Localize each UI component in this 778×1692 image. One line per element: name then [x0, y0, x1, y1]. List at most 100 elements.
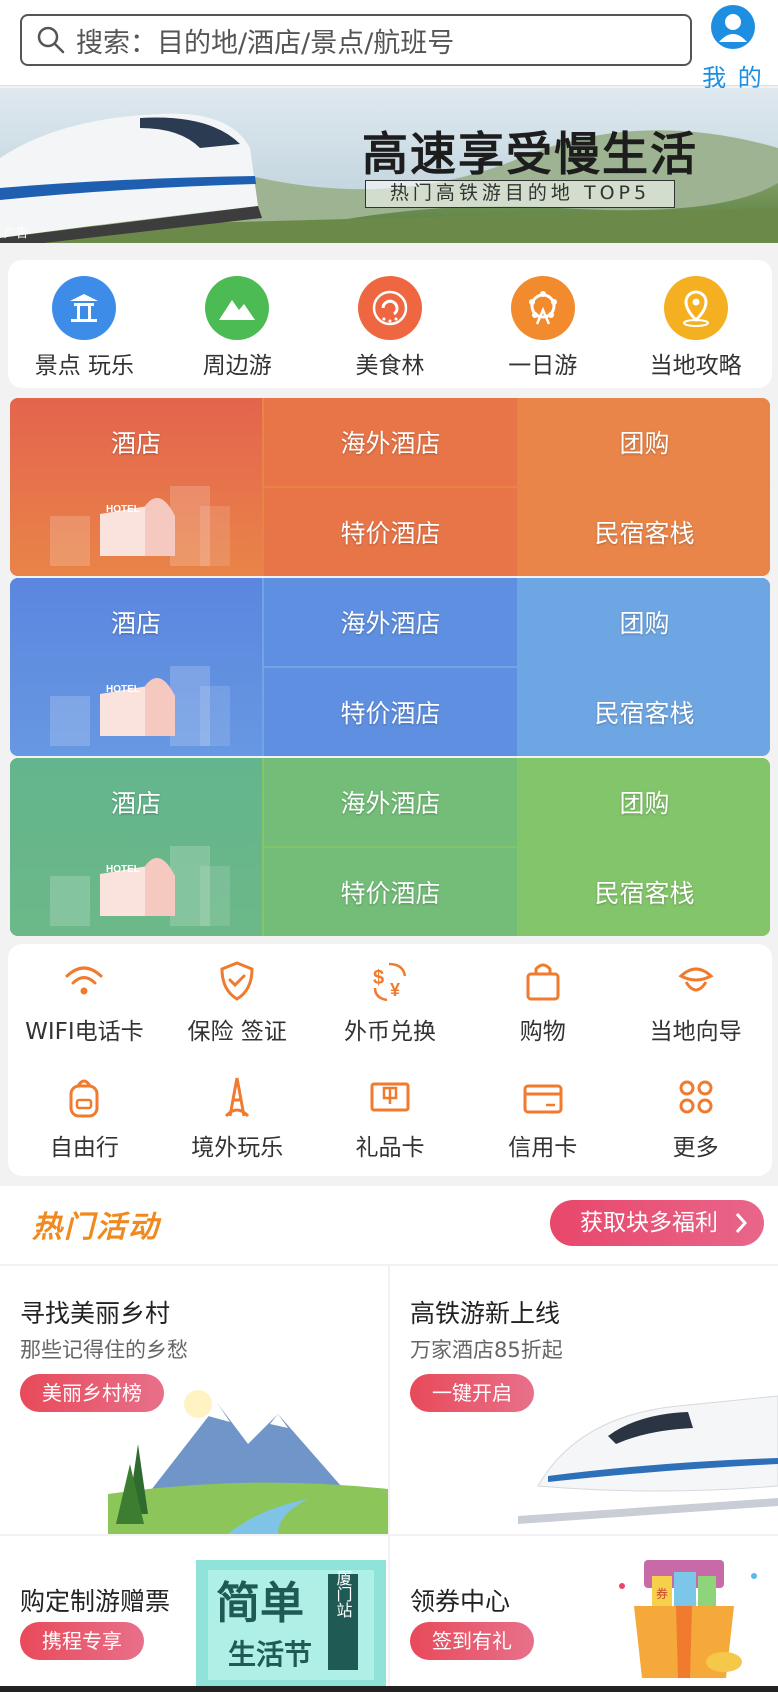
discount-hotel-button[interactable]: 特价酒店	[264, 848, 517, 936]
eiffel-tower-icon	[225, 1077, 250, 1118]
homestay-button[interactable]: 民宿客栈	[519, 488, 770, 576]
user-avatar-icon	[711, 5, 755, 49]
service-insurance-visa[interactable]: 保险 签证	[161, 944, 314, 1060]
cell-label: 民宿客栈	[594, 699, 695, 728]
service-label: 购物	[519, 1019, 566, 1045]
tile-coupon-center[interactable]: 领券中心 签到有礼 券	[390, 1536, 778, 1686]
hotel-main-label: 酒店	[110, 789, 161, 818]
category-food[interactable]: 美食林	[314, 260, 467, 388]
service-label: 自由行	[49, 1135, 119, 1161]
tile-high-speed-rail[interactable]: 高铁游新上线 万家酒店85折起 一键开启	[390, 1266, 778, 1534]
tile-title: 寻找美丽乡村	[20, 1299, 171, 1328]
hotel-grid-3: 酒店 HOTEL 海外酒店 团购 特价酒店 民宿客栈	[10, 758, 770, 936]
service-wifi[interactable]: WIFI电话卡	[8, 944, 161, 1060]
tile-title: 购定制游赠票	[20, 1587, 171, 1616]
search-input[interactable]: 搜索：目的地/酒店/景点/航班号	[20, 14, 692, 66]
hotel-main-tile[interactable]: 酒店 HOTEL	[10, 398, 262, 576]
service-shopping[interactable]: 购物	[466, 944, 619, 1060]
homestay-button[interactable]: 民宿客栈	[519, 668, 770, 756]
service-gift-card[interactable]: 礼品卡	[314, 1060, 467, 1176]
currency-exchange-icon: $¥	[373, 962, 407, 1002]
homestay-button[interactable]: 民宿客栈	[519, 848, 770, 936]
top-bar: 搜索：目的地/酒店/景点/航班号 我 的	[0, 0, 778, 92]
group-buy-button[interactable]: 团购	[519, 578, 770, 666]
hotel-main-tile[interactable]: 酒店 HOTEL	[10, 578, 262, 756]
mountain-icon	[205, 276, 270, 340]
mountain-landscape-image	[108, 1390, 388, 1534]
service-label: 信用卡	[508, 1135, 578, 1161]
service-label: 礼品卡	[355, 1135, 425, 1161]
category-nearby[interactable]: 周边游	[161, 260, 314, 388]
category-local-guide[interactable]: 当地攻略	[619, 260, 772, 388]
category-label: 当地攻略	[649, 353, 742, 379]
banner-subtitle: 热门高铁游目的地 TOP5	[365, 180, 675, 208]
banner-title: 高速享受慢生活	[362, 127, 698, 181]
service-label: 保险 签证	[187, 1019, 287, 1045]
get-benefits-label: 获取块多福利	[580, 1210, 718, 1236]
category-label: 景点 玩乐	[34, 353, 135, 379]
hotel-main-tile[interactable]: 酒店 HOTEL	[10, 758, 262, 936]
ferris-wheel-icon	[510, 276, 575, 340]
tile-custom-tour[interactable]: 购定制游赠票 携程专享 简单 生活节 厦门站	[0, 1536, 388, 1686]
category-label: 周边游	[202, 353, 272, 379]
promo-banner[interactable]: 高速享受慢生活 热门高铁游目的地 TOP5 广告	[0, 88, 778, 243]
discount-hotel-button[interactable]: 特价酒店	[264, 668, 517, 756]
service-overseas-fun[interactable]: 境外玩乐	[161, 1060, 314, 1176]
hotel-sign: HOTEL	[106, 504, 140, 515]
tile-title: 领券中心	[410, 1587, 511, 1616]
service-local-guide[interactable]: 当地向导	[619, 944, 772, 1060]
poster-sub-text: 生活节	[228, 1638, 312, 1671]
get-benefits-button[interactable]: 获取块多福利	[550, 1200, 764, 1246]
category-day-tour[interactable]: 一日游	[466, 260, 619, 388]
discount-hotel-button[interactable]: 特价酒店	[264, 488, 517, 576]
cell-label: 海外酒店	[340, 429, 441, 458]
services-grid: WIFI电话卡 保险 签证 $¥ 外币兑换 购物 当地向导 自由行 境外玩乐	[8, 944, 772, 1176]
coupon-char: 券	[656, 1586, 668, 1601]
svg-text:¥: ¥	[390, 980, 400, 1000]
gift-box-coupons-image: 券	[619, 1560, 757, 1678]
category-nav: 景点 玩乐 周边游 美食林 一日游 当地攻略	[8, 260, 772, 388]
service-label: 当地向导	[649, 1019, 742, 1045]
category-label: 一日游	[508, 353, 578, 379]
cell-label: 特价酒店	[340, 699, 441, 728]
service-credit-card[interactable]: 信用卡	[466, 1060, 619, 1176]
tile-title: 高铁游新上线	[410, 1299, 561, 1328]
cell-label: 海外酒店	[340, 609, 441, 638]
pavilion-icon	[52, 276, 117, 340]
tile-pill-button[interactable]: 签到有礼	[410, 1622, 534, 1660]
category-attractions[interactable]: 景点 玩乐	[8, 260, 161, 388]
guide-hat-icon	[678, 967, 714, 992]
overseas-hotel-button[interactable]: 海外酒店	[264, 398, 517, 486]
service-more[interactable]: 更多	[619, 1060, 772, 1176]
hot-activities-title: 热门活动	[32, 1210, 160, 1245]
category-label: 美食林	[355, 353, 425, 379]
service-label: 更多	[672, 1135, 719, 1161]
overseas-hotel-button[interactable]: 海外酒店	[264, 758, 517, 846]
wifi-icon	[65, 966, 103, 995]
service-label: 境外玩乐	[191, 1135, 284, 1161]
hotel-grid-2: 酒店 HOTEL 海外酒店 团购 特价酒店 民宿客栈	[10, 578, 770, 756]
cell-label: 民宿客栈	[594, 879, 695, 908]
bullet-train-image	[518, 1395, 778, 1524]
hot-activities-header: 热门活动 获取块多福利	[0, 1186, 778, 1264]
service-label: 外币兑换	[343, 1019, 436, 1045]
backpack-icon	[69, 1079, 99, 1118]
hotel-grid-1: 酒店 HOTEL 海外酒店 团购 特价酒店 民宿客栈	[10, 398, 770, 576]
credit-card-icon	[523, 1084, 563, 1114]
hotel-building-icon: HOTEL	[50, 486, 230, 566]
service-independent-travel[interactable]: 自由行	[8, 1060, 161, 1176]
overseas-hotel-button[interactable]: 海外酒店	[264, 578, 517, 666]
group-buy-button[interactable]: 团购	[519, 398, 770, 486]
my-account-button[interactable]: 我 的	[698, 4, 768, 92]
service-currency-exchange[interactable]: $ ¥ 外币兑换	[314, 944, 467, 1060]
search-placeholder: 搜索：目的地/酒店/景点/航班号	[76, 27, 455, 59]
food-icon	[357, 276, 422, 340]
cell-label: 海外酒店	[340, 789, 441, 818]
group-buy-button[interactable]: 团购	[519, 758, 770, 846]
search-icon	[37, 26, 65, 54]
tile-pill-button[interactable]: 一键开启	[410, 1374, 534, 1412]
tile-beautiful-village[interactable]: 寻找美丽乡村 那些记得住的乡愁 美丽乡村榜	[0, 1266, 388, 1534]
ad-tag: 广告	[4, 226, 29, 240]
tile-pill-button[interactable]: 携程专享	[20, 1622, 144, 1660]
gift-card-icon	[370, 1082, 410, 1112]
